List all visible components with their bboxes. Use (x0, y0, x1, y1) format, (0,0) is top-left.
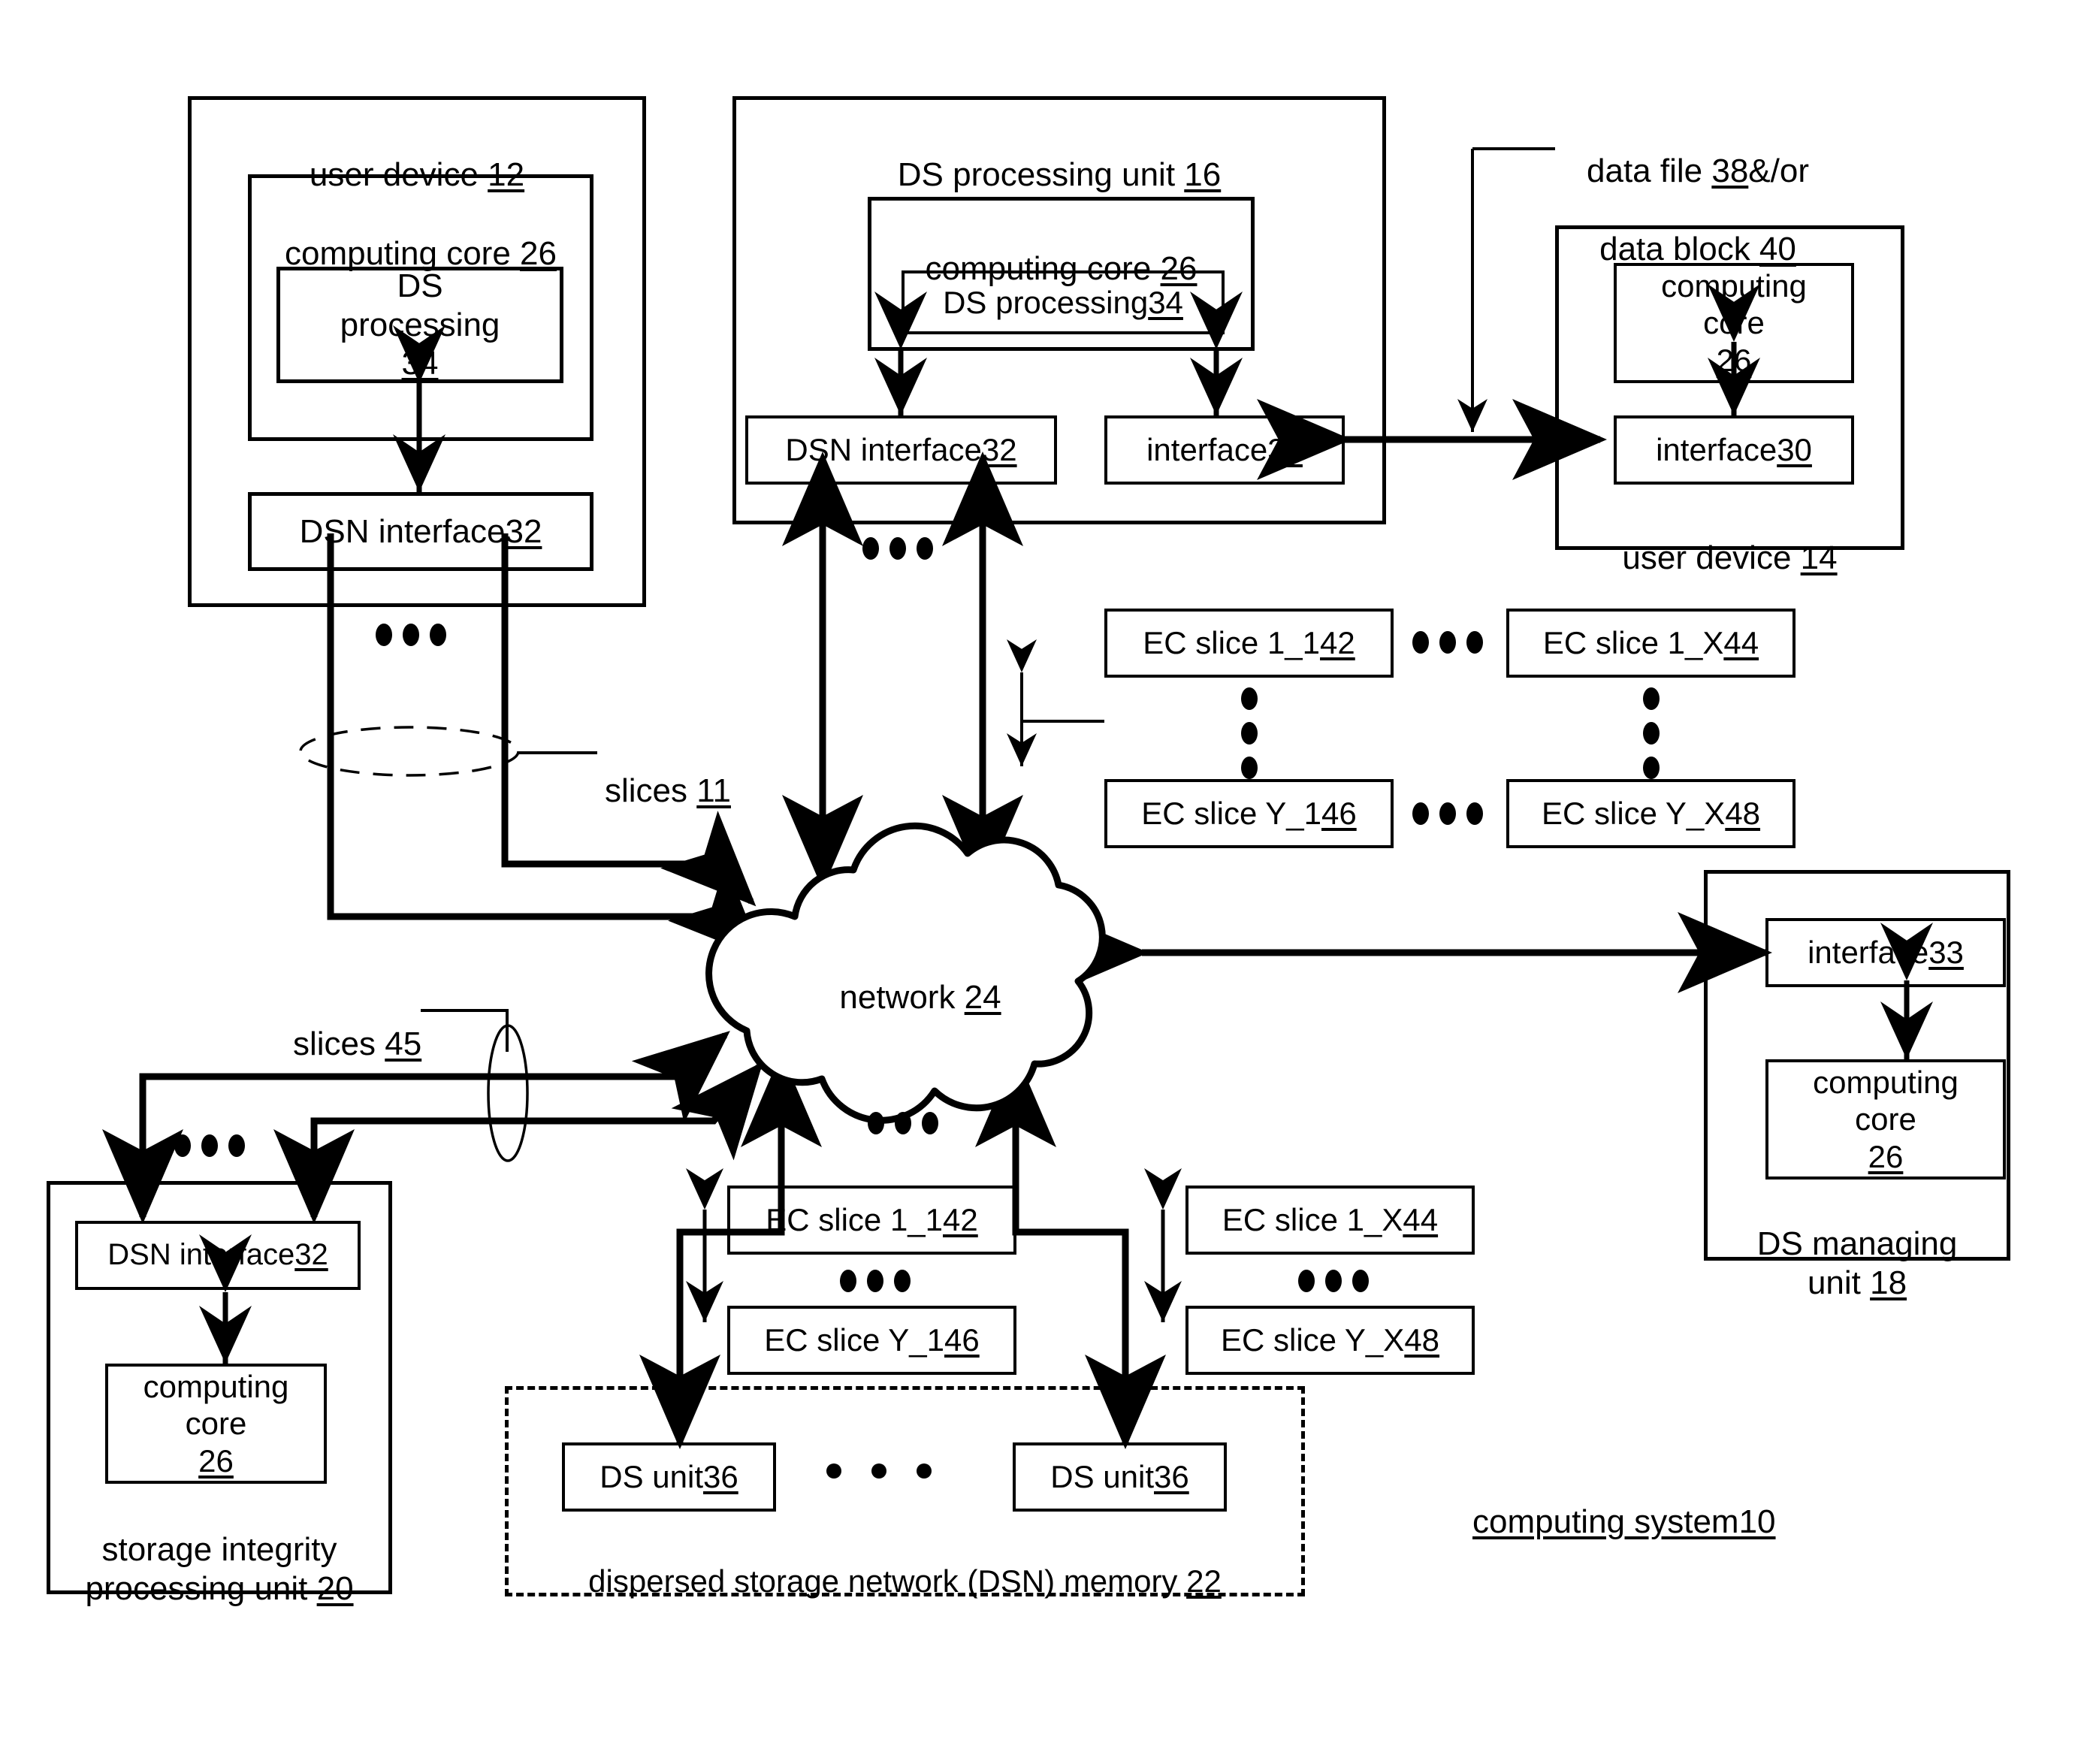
ec-slice-1-x-bottom-label: EC slice 1_X 44 (1222, 1202, 1439, 1238)
ud14-computing-core-26-label: computing core 26 (1661, 267, 1807, 378)
ellipsis-siu20-slices (174, 1134, 245, 1157)
ud12-ds-processing-34-label: DS processing 34 (340, 267, 500, 382)
siu20-dsn-interface-32-label: DSN interface 32 (107, 1238, 328, 1272)
ud14-interface-30-label: interface 30 (1656, 432, 1812, 468)
siu20-computing-core-26-label: computing core 26 (143, 1368, 289, 1479)
figure-title: computing system10 (1472, 1503, 1776, 1540)
ec-slice-y-x-top-label: EC slice Y_X 48 (1541, 796, 1761, 832)
link-network-to-dsunit-right (975, 1053, 1166, 1449)
slices-11-label: slices 11 (605, 772, 731, 809)
storage-integrity-unit-20-label: storage integrity processing unit 20 (85, 1530, 354, 1607)
ec-slice-1-x-top-label: EC slice 1_X 44 (1542, 625, 1759, 661)
ds16-interface-30-label: interface 30 (1146, 432, 1303, 468)
ellipsis-ud12-slices (376, 624, 446, 646)
ec-slice-1-1-bottom-label: EC slice 1_1 42 (766, 1202, 978, 1238)
dsmu18-computing-core-26-label: computing core 26 (1813, 1064, 1959, 1174)
ec-slice-1-1-top-label: EC slice 1_1 42 (1143, 625, 1355, 661)
figure-canvas: user device 12 computing core 26 DS proc… (0, 0, 2093, 1764)
ds-unit-36-left-label: DS unit 36 (600, 1459, 738, 1495)
ellipsis-ds16-slices (862, 537, 933, 560)
ellipsis-ec-top-col-left (1241, 687, 1258, 779)
ds-processing-unit-16-label: DS processing unit 16 (897, 156, 1222, 193)
dsmu18-interface-33-label: interface 33 (1808, 935, 1964, 971)
ds16-dsn-interface-32-label: DSN interface 32 (785, 432, 1017, 468)
ds-unit-36-right-label: DS unit 36 (1050, 1459, 1189, 1495)
ellipsis-ec-top-row1 (1412, 631, 1483, 654)
user-device-14-label: user device 14 (1622, 539, 1838, 576)
leader-ec-top-group (1007, 639, 1104, 766)
ellipsis-ec-bottom-right (1298, 1270, 1369, 1292)
ds-managing-unit-18-label: DS managing unit 18 (1756, 1225, 1958, 1301)
ds16-ds-processing-34-label: DS processing 34 (943, 284, 1183, 320)
ellipsis-ds-units (826, 1463, 932, 1479)
ec-slice-y-1-top-label: EC slice Y_1 46 (1141, 796, 1357, 832)
dsn-memory-22-label: dispersed storage network (DSN) memory 2… (588, 1563, 1222, 1599)
slices-45-label: slices 45 (293, 1025, 422, 1062)
network-24-label: network 24 (839, 978, 1001, 1016)
ellipsis-ec-top-row2 (1412, 802, 1483, 825)
ec-slice-y-x-bottom-label: EC slice Y_X 48 (1220, 1322, 1440, 1358)
ellipsis-ec-bottom-left (840, 1270, 911, 1292)
ud12-dsn-interface-32-label: DSN interface 32 (299, 512, 542, 550)
ec-slice-y-1-bottom-label: EC slice Y_1 46 (764, 1322, 980, 1358)
ellipsis-ec-top-col-right (1643, 687, 1660, 779)
ellipsis-cloud-to-dsunits (868, 1112, 938, 1134)
ud12-computing-core-26-label: computing core 26 (284, 234, 557, 272)
